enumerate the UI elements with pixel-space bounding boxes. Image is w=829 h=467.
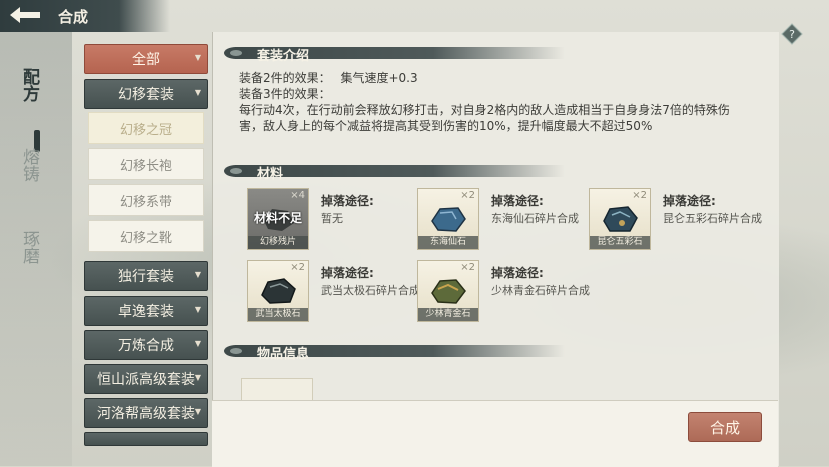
material-name: 武当太极石 <box>248 308 308 321</box>
back-button[interactable] <box>6 2 44 28</box>
material-name: 昆仑五彩石 <box>590 236 650 249</box>
section-title: 套装介绍 <box>257 49 310 64</box>
effect-2-pieces: 装备2件的效果： 集气速度+0.3 <box>239 70 418 86</box>
brush-stroke-icon <box>224 345 248 357</box>
material-name: 少林青金石 <box>418 308 478 321</box>
compose-button[interactable]: 合成 <box>688 412 762 442</box>
set-label: 万炼合成 <box>118 338 174 354</box>
filter-all-button[interactable]: 全部 ▼ <box>84 44 208 74</box>
materials-header: 材料 <box>223 162 565 182</box>
set-more-button[interactable] <box>84 432 208 446</box>
source-text: 暂无 <box>321 212 343 225</box>
source-text: 东海仙石碎片合成 <box>491 212 579 225</box>
material-count: ×2 <box>632 190 647 201</box>
material-name: 幻移残片 <box>248 236 308 249</box>
source-text: 昆仑五彩石碎片合成 <box>663 212 762 225</box>
set-hengshan-button[interactable]: 恒山派高级套装 ▼ <box>84 364 208 394</box>
piece-huanyi-crown[interactable]: 幻移之冠 <box>88 112 204 144</box>
piece-huanyi-belt[interactable]: 幻移系带 <box>88 184 204 216</box>
set-heluo-button[interactable]: 河洛帮高级套装 ▼ <box>84 398 208 428</box>
page-title: 合成 <box>58 8 89 26</box>
material-slot-huanyi-fragment[interactable]: ×4 材料不足 幻移残片 <box>247 188 309 250</box>
svg-text:?: ? <box>789 28 795 41</box>
material-slot-donghai-stone[interactable]: ×2 东海仙石 <box>417 188 479 250</box>
set-huanyi-button[interactable]: 幻移套装 ▼ <box>84 79 208 109</box>
material-name: 东海仙石 <box>418 236 478 249</box>
back-arrow-icon <box>10 7 40 23</box>
set-wanlian-button[interactable]: 万炼合成 ▼ <box>84 330 208 360</box>
left-category-nav: 配方 熔铸 琢磨 <box>0 32 72 466</box>
source-title: 掉落途径: <box>491 266 544 280</box>
filter-all-label: 全部 <box>132 52 160 68</box>
material-slot-shaolin-stone[interactable]: ×2 少林青金石 <box>417 260 479 322</box>
top-header: 合成 <box>0 0 170 32</box>
insufficient-label: 材料不足 <box>253 211 302 225</box>
effect-3-pieces-desc-1: 每行动4次，在行动前会释放幻移打击，对自身2格内的敌人造成相当于自身身法7倍的特… <box>239 103 730 117</box>
chevron-down-icon: ▼ <box>194 270 201 279</box>
set-label: 卓逸套装 <box>118 304 174 320</box>
set-huanyi-label: 幻移套装 <box>118 87 174 103</box>
chevron-down-icon: ▼ <box>194 88 201 97</box>
source-title: 掉落途径: <box>321 194 374 208</box>
tab-smelt[interactable]: 熔铸 <box>13 148 39 182</box>
material-slot-kunlun-stone[interactable]: ×2 昆仑五彩石 <box>589 188 651 250</box>
wudang-stone-icon <box>261 278 296 304</box>
chevron-down-icon: ▼ <box>194 53 201 62</box>
section-title: 物品信息 <box>257 347 310 362</box>
piece-huanyi-boots[interactable]: 幻移之靴 <box>88 220 204 252</box>
donghai-stone-icon <box>431 207 466 232</box>
section-title: 材料 <box>257 167 284 182</box>
effect-label: 装备2件的效果： <box>239 71 331 85</box>
source-title: 掉落途径: <box>491 194 544 208</box>
material-slot-wudang-stone[interactable]: ×2 武当太极石 <box>247 260 309 322</box>
set-label: 恒山派高级套装 <box>97 372 195 388</box>
material-count: ×2 <box>460 262 475 273</box>
item-info-header: 物品信息 <box>223 342 565 362</box>
chevron-down-icon: ▼ <box>194 407 201 416</box>
set-label: 河洛帮高级套装 <box>97 406 195 422</box>
item-info-slot[interactable] <box>241 378 313 401</box>
header-bar <box>235 165 565 177</box>
chevron-down-icon: ▼ <box>194 305 201 314</box>
help-button[interactable]: ? <box>781 23 803 45</box>
effect-value: 集气速度+0.3 <box>340 71 418 85</box>
set-duxing-button[interactable]: 独行套装 ▼ <box>84 261 208 291</box>
tab-recipe[interactable]: 配方 <box>13 68 39 102</box>
effect-3-pieces-desc-2: 害，敌人身上的每个减益将提高其受到伤害的10%，提升幅度最大不超过50% <box>239 119 653 133</box>
material-count: ×4 <box>290 190 305 201</box>
material-count: ×2 <box>290 262 305 273</box>
help-icon: ? <box>781 23 803 45</box>
source-title: 掉落途径: <box>663 194 716 208</box>
tab-polish[interactable]: 琢磨 <box>13 230 39 264</box>
source-text: 武当太极石碎片合成 <box>321 284 420 297</box>
set-label: 独行套装 <box>118 269 174 285</box>
piece-huanyi-robe[interactable]: 幻移长袍 <box>88 148 204 180</box>
material-count: ×2 <box>460 190 475 201</box>
effect-3-pieces-label: 装备3件的效果： <box>239 87 331 101</box>
kunlun-stone-icon <box>603 206 638 232</box>
chevron-down-icon: ▼ <box>194 339 201 348</box>
set-intro-header: 套装介绍 <box>223 44 565 64</box>
brush-stroke-icon <box>224 47 248 59</box>
source-text: 少林青金石碎片合成 <box>491 284 590 297</box>
shaolin-stone-icon <box>431 279 466 304</box>
brush-stroke-icon <box>224 165 248 177</box>
set-zhuoyi-button[interactable]: 卓逸套装 ▼ <box>84 296 208 326</box>
source-title: 掉落途径: <box>321 266 374 280</box>
chevron-down-icon: ▼ <box>194 373 201 382</box>
